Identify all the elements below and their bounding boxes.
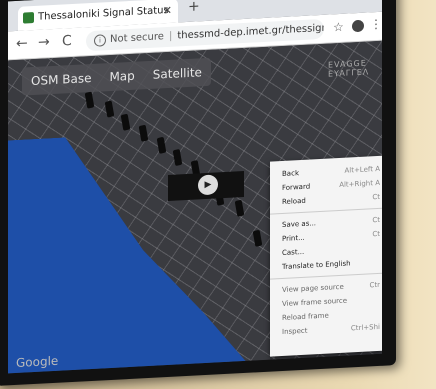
layer-osm-base[interactable]: OSM Base bbox=[22, 64, 100, 96]
ctx-label: View page source bbox=[282, 282, 344, 295]
ctx-shortcut: Ctr bbox=[369, 280, 380, 290]
sea-area bbox=[8, 127, 268, 374]
url-separator: | bbox=[168, 30, 173, 42]
signal-marker[interactable] bbox=[252, 229, 263, 247]
signal-marker[interactable] bbox=[84, 91, 95, 109]
tab-title: Thessaloniki Signal Status bbox=[38, 4, 169, 23]
ctx-label: Reload bbox=[282, 196, 306, 207]
profile-avatar-icon[interactable] bbox=[352, 19, 364, 33]
layer-satellite[interactable]: Satellite bbox=[144, 58, 211, 90]
ctx-label: Back bbox=[282, 169, 299, 179]
ctx-shortcut: Ct bbox=[372, 215, 380, 225]
signal-marker[interactable] bbox=[138, 124, 149, 142]
not-secure-label: Not secure bbox=[110, 31, 164, 46]
signal-marker[interactable] bbox=[156, 136, 167, 154]
close-tab-icon[interactable]: ✕ bbox=[163, 0, 172, 23]
browser-screen: Thessaloniki Signal Status ✕ + ← → C i No… bbox=[8, 0, 382, 374]
map-view[interactable]: OSM Base Map Satellite EVAGGE EYAΓΓΕΛ ▶ … bbox=[8, 40, 382, 374]
ctx-label: Forward bbox=[282, 182, 311, 193]
new-tab-button[interactable]: + bbox=[188, 0, 200, 15]
monitor-bezel: Thessaloniki Signal Status ✕ + ← → C i No… bbox=[0, 0, 396, 386]
url-text[interactable]: thessmd-dep.imet.gr/thessignalgroupstatu… bbox=[177, 19, 324, 42]
ctx-label: Save as... bbox=[282, 219, 317, 230]
google-logo: Google bbox=[16, 353, 59, 370]
signal-marker[interactable] bbox=[172, 148, 183, 167]
ctx-label: Inspect bbox=[282, 326, 308, 337]
signal-marker[interactable] bbox=[120, 113, 131, 131]
back-button[interactable]: ← bbox=[16, 35, 28, 52]
ctx-shortcut: Ctrl+Shi bbox=[350, 322, 380, 333]
layer-switcher: OSM Base Map Satellite bbox=[22, 57, 211, 96]
signal-marker[interactable] bbox=[234, 199, 245, 217]
forward-button[interactable]: → bbox=[38, 34, 50, 51]
bookmark-star-icon[interactable]: ☆ bbox=[333, 20, 344, 35]
ctx-label: View frame source bbox=[282, 296, 348, 309]
ctx-shortcut: Ct bbox=[372, 192, 380, 202]
menu-kebab-icon[interactable]: ⋮ bbox=[370, 17, 382, 32]
ctx-label: Print... bbox=[282, 233, 305, 244]
ctx-label: Cast... bbox=[282, 247, 305, 258]
ctx-label: Translate to English bbox=[282, 259, 351, 272]
ctx-shortcut: Ct bbox=[372, 229, 380, 239]
reload-button[interactable]: C bbox=[62, 33, 72, 50]
signal-marker[interactable] bbox=[104, 100, 115, 118]
site-favicon-icon bbox=[23, 12, 34, 24]
context-menu: Back Alt+Left A Forward Alt+Right A Reload… bbox=[270, 155, 382, 357]
district-label: EVAGGE EYAΓΓΕΛ bbox=[328, 58, 370, 79]
layer-map[interactable]: Map bbox=[100, 61, 143, 91]
info-icon[interactable]: i bbox=[94, 34, 106, 47]
ctx-label: Reload frame bbox=[282, 311, 329, 323]
